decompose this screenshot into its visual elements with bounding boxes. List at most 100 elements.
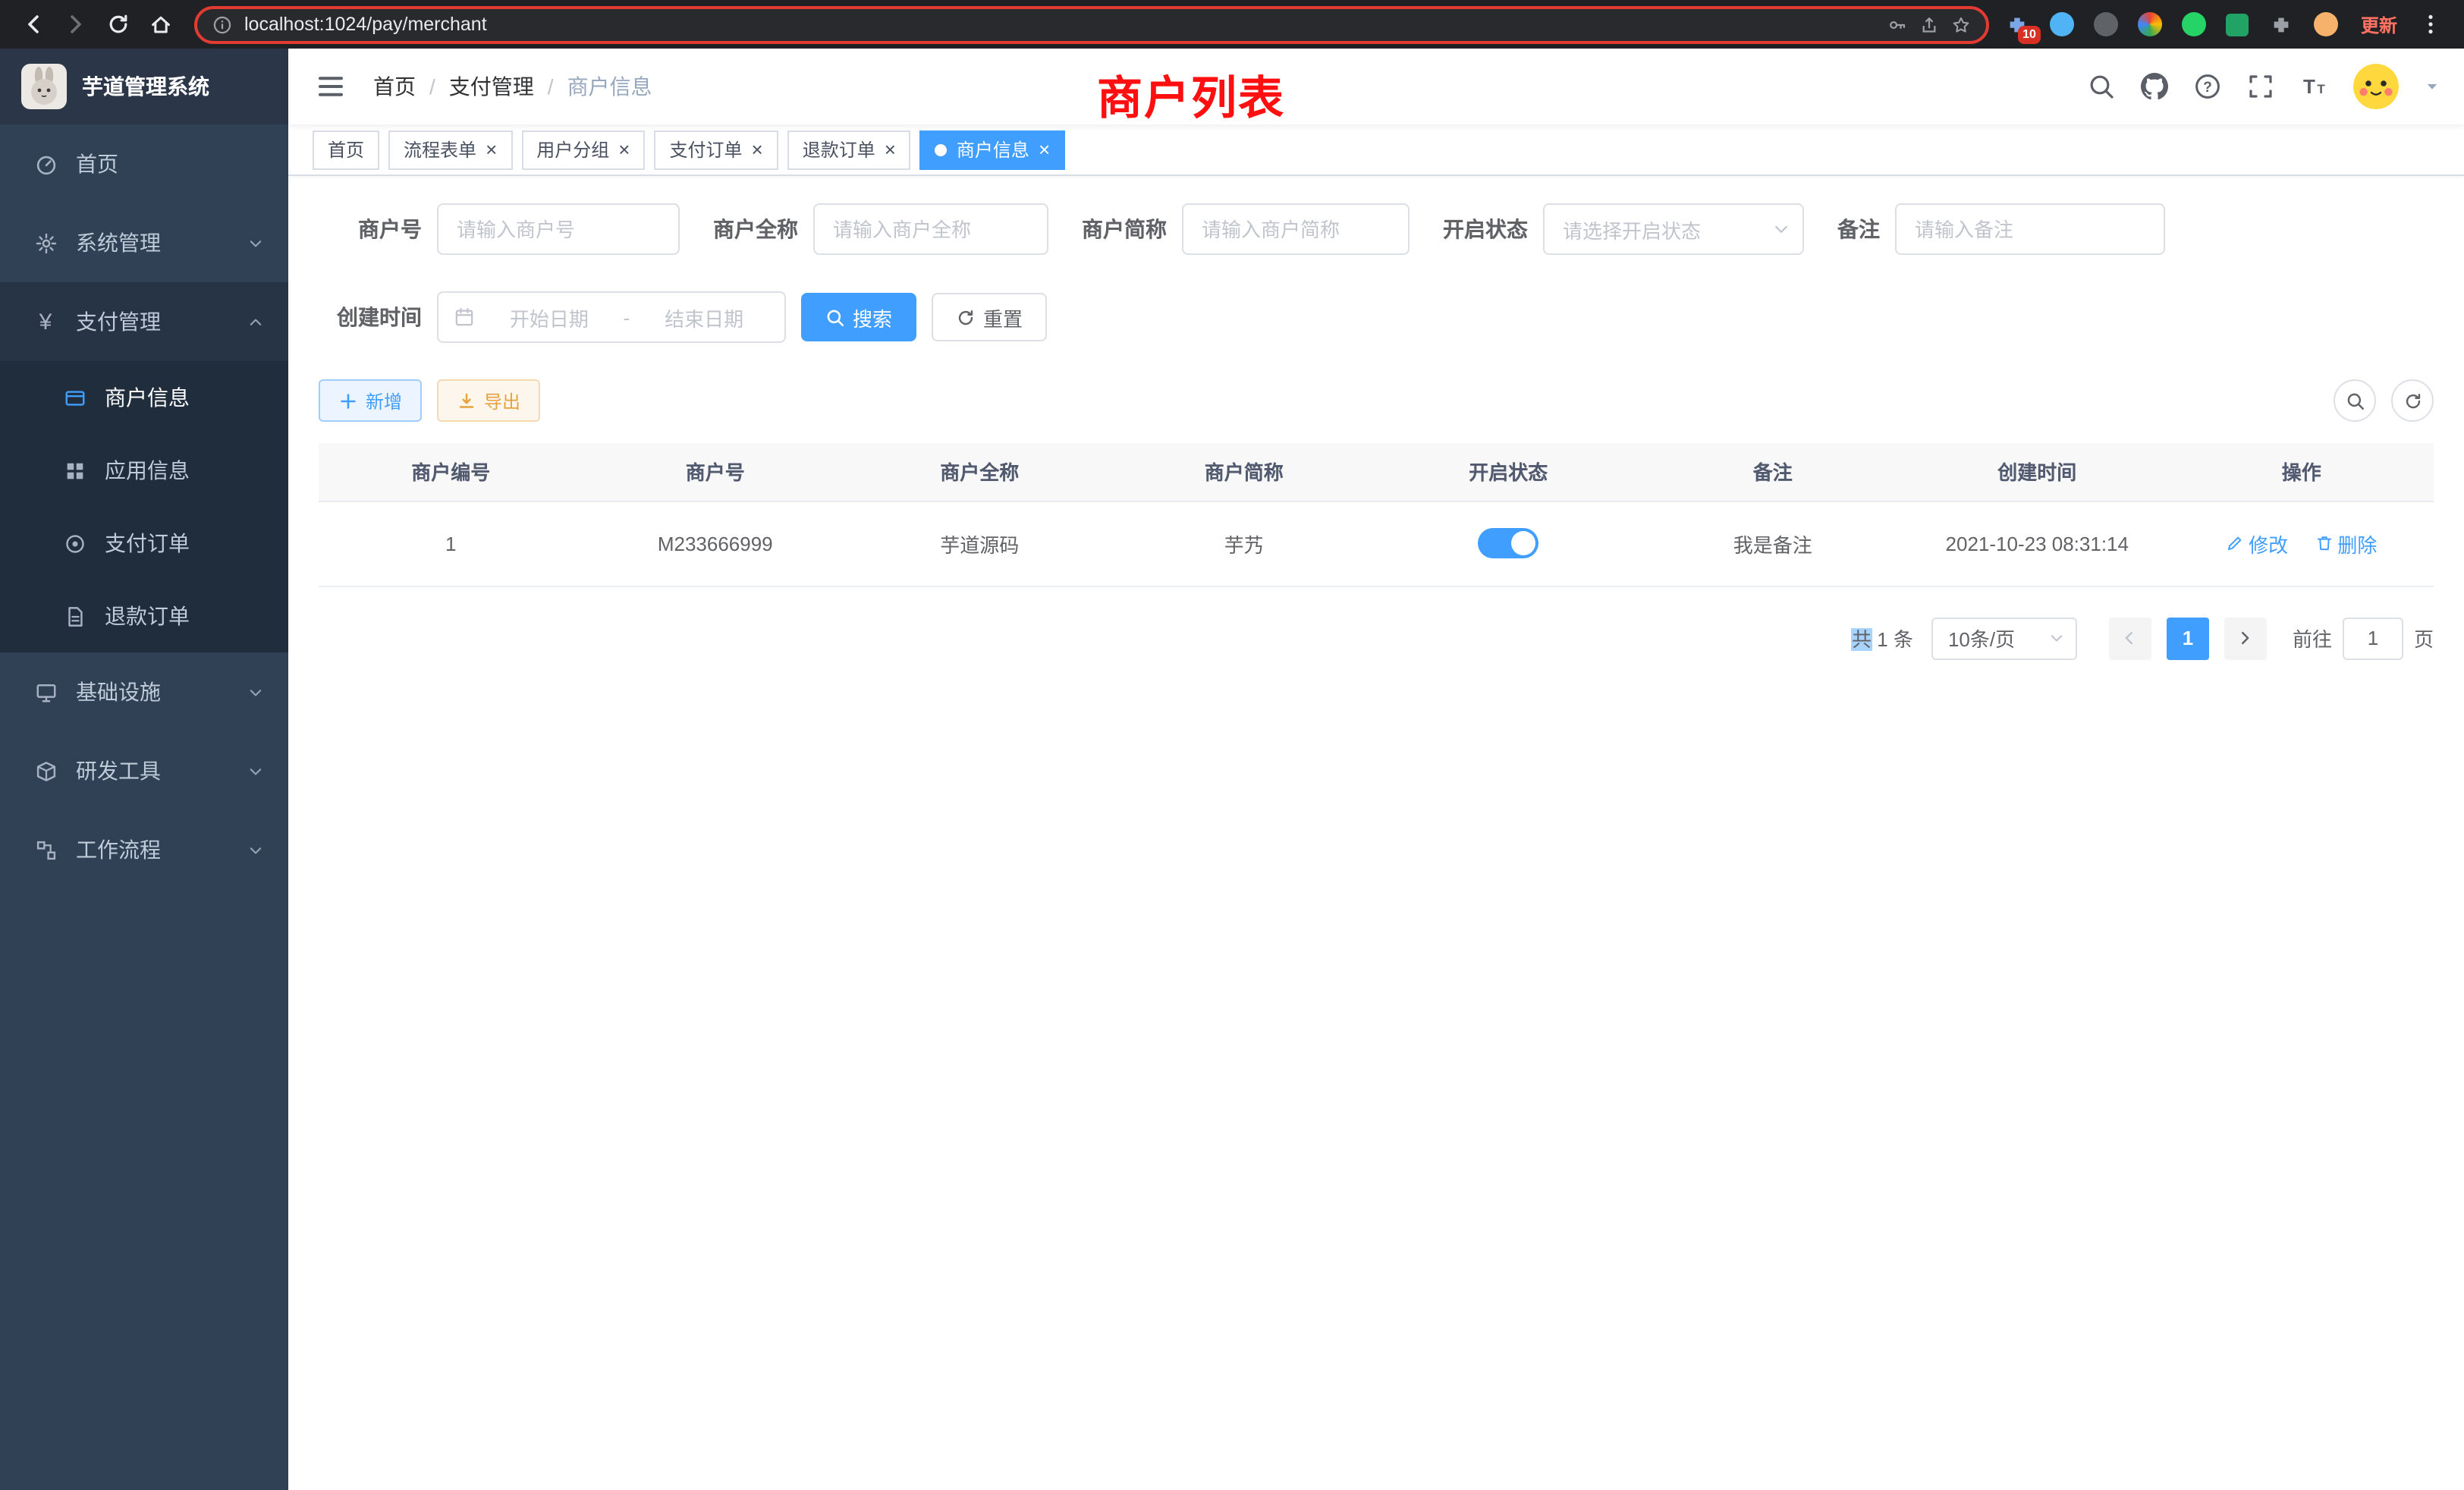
create-time-range-picker[interactable]: 开始日期 - 结束日期 xyxy=(437,291,786,343)
cell-actions: 修改 删除 xyxy=(2170,501,2434,586)
browser-menu-icon[interactable] xyxy=(2409,3,2452,46)
sidebar-item-merchant-info[interactable]: 商户信息 xyxy=(0,361,288,434)
tab-label: 流程表单 xyxy=(404,137,476,162)
edit-link[interactable]: 修改 xyxy=(2226,529,2288,558)
tab-label: 退款订单 xyxy=(803,137,875,162)
password-key-icon[interactable] xyxy=(1887,14,1907,34)
cell-index: 1 xyxy=(319,501,583,586)
extension-face-icon[interactable] xyxy=(2309,8,2343,41)
next-page-icon[interactable] xyxy=(2224,617,2267,659)
delete-link[interactable]: 删除 xyxy=(2315,529,2377,558)
forward-icon[interactable] xyxy=(55,3,97,46)
refresh-table-icon[interactable] xyxy=(2391,379,2434,422)
cell-short-name: 芋艿 xyxy=(1112,501,1377,586)
chevron-down-icon xyxy=(247,684,264,700)
close-icon[interactable]: × xyxy=(885,140,896,159)
help-icon[interactable]: ? xyxy=(2194,73,2221,100)
calendar-icon xyxy=(454,306,475,328)
extension-badged-icon[interactable]: 10 xyxy=(2001,8,2035,41)
sidebar-item-label: 工作流程 xyxy=(76,835,161,865)
app-logo[interactable]: 芋道管理系统 xyxy=(0,49,288,124)
home-icon[interactable] xyxy=(140,3,182,46)
export-button[interactable]: 导出 xyxy=(437,379,540,422)
show-search-icon[interactable] xyxy=(2334,379,2376,422)
sidebar-item-devtools[interactable]: 研发工具 xyxy=(0,731,288,810)
share-icon[interactable] xyxy=(1919,14,1939,34)
card-icon xyxy=(64,386,86,409)
col-short-name: 商户简称 xyxy=(1112,443,1377,501)
col-merchant-index: 商户编号 xyxy=(319,443,583,501)
sidebar-item-refund-order[interactable]: 退款订单 xyxy=(0,580,288,652)
close-icon[interactable]: × xyxy=(752,140,763,159)
tab-label: 商户信息 xyxy=(957,137,1029,162)
reset-button-label: 重置 xyxy=(983,303,1023,332)
tab-refund-order[interactable]: 退款订单 × xyxy=(787,130,911,169)
svg-text:?: ? xyxy=(2203,80,2212,96)
search-button[interactable]: 搜索 xyxy=(801,293,916,341)
search-button-label: 搜索 xyxy=(853,303,892,332)
refresh-icon[interactable] xyxy=(97,3,140,46)
full-name-input[interactable] xyxy=(813,203,1048,255)
sidebar-item-app-info[interactable]: 应用信息 xyxy=(0,434,288,507)
close-icon[interactable]: × xyxy=(1039,140,1050,159)
sidebar-item-label: 商户信息 xyxy=(105,382,190,413)
tab-pay-order[interactable]: 支付订单 × xyxy=(654,130,778,169)
page-size-select[interactable]: 10条/页 xyxy=(1931,617,2077,659)
extension-green-square-icon[interactable] xyxy=(2221,8,2255,41)
tab-label: 用户分组 xyxy=(536,137,609,162)
breadcrumb-payment[interactable]: 支付管理 xyxy=(449,71,534,102)
tab-home[interactable]: 首页 xyxy=(313,130,379,169)
fullscreen-icon[interactable] xyxy=(2247,73,2274,100)
tab-label: 首页 xyxy=(328,137,364,162)
tabs-bar: 首页 流程表单 × 用户分组 × 支付订单 × 退款订单 × xyxy=(288,124,2464,176)
table-header-row: 商户编号 商户号 商户全称 商户简称 开启状态 备注 创建时间 操作 xyxy=(319,443,2434,501)
browser-update-button[interactable]: 更新 xyxy=(2361,11,2397,37)
breadcrumb-home[interactable]: 首页 xyxy=(373,71,416,102)
sidebar-item-workflow[interactable]: 工作流程 xyxy=(0,810,288,889)
short-name-input[interactable] xyxy=(1182,203,1410,255)
address-bar[interactable]: localhost:1024/pay/merchant xyxy=(194,5,1989,43)
sidebar-item-payment[interactable]: ¥ 支付管理 xyxy=(0,282,288,361)
table-row: 1 M233666999 芋道源码 芋艿 我是备注 2021-10-23 08:… xyxy=(319,501,2434,586)
status-select[interactable]: 请选择开启状态 xyxy=(1543,203,1804,255)
extension-drop-icon[interactable] xyxy=(2045,8,2079,41)
goto-page-input[interactable] xyxy=(2343,617,2403,659)
create-time-label: 创建时间 xyxy=(319,302,422,332)
page-number-button[interactable]: 1 xyxy=(2167,617,2209,659)
add-button[interactable]: 新增 xyxy=(319,379,422,422)
tab-merchant-info[interactable]: 商户信息 × xyxy=(920,130,1065,169)
svg-text:T: T xyxy=(2303,75,2315,98)
close-icon[interactable]: × xyxy=(618,140,630,159)
back-icon[interactable] xyxy=(12,3,55,46)
page-annotation: 商户列表 xyxy=(1097,61,1285,127)
font-size-icon[interactable]: TT xyxy=(2300,73,2327,100)
full-name-label: 商户全称 xyxy=(713,214,798,244)
extension-puzzle-icon[interactable] xyxy=(2265,8,2299,41)
status-toggle[interactable] xyxy=(1478,528,1538,558)
yen-icon: ¥ xyxy=(33,310,58,334)
dashboard-icon xyxy=(33,152,58,176)
extension-dark-icon[interactable] xyxy=(2089,8,2123,41)
app-frame: 芋道管理系统 首页 系统管理 ¥ 支付管理 xyxy=(0,49,2464,1490)
sidebar-item-pay-order[interactable]: 支付订单 xyxy=(0,507,288,580)
goto-unit: 页 xyxy=(2414,624,2434,652)
remark-input[interactable] xyxy=(1895,203,2165,255)
sidebar-item-system[interactable]: 系统管理 xyxy=(0,203,288,282)
sidebar-item-infrastructure[interactable]: 基础设施 xyxy=(0,652,288,731)
bookmark-star-icon[interactable] xyxy=(1951,14,1971,34)
extension-green-circle-icon[interactable] xyxy=(2177,8,2211,41)
close-icon[interactable]: × xyxy=(486,140,497,159)
tab-user-group[interactable]: 用户分组 × xyxy=(521,130,645,169)
prev-page-icon[interactable] xyxy=(2109,617,2151,659)
tab-process-form[interactable]: 流程表单 × xyxy=(388,130,512,169)
site-info-icon[interactable] xyxy=(212,14,232,34)
reset-button[interactable]: 重置 xyxy=(932,293,1047,341)
hamburger-icon[interactable] xyxy=(313,71,349,102)
search-icon[interactable] xyxy=(2088,73,2115,100)
user-caret-icon[interactable] xyxy=(2425,79,2440,94)
extension-color-icon[interactable] xyxy=(2133,8,2167,41)
github-icon[interactable] xyxy=(2141,73,2168,100)
user-avatar[interactable] xyxy=(2353,64,2399,109)
merchant-no-input[interactable] xyxy=(437,203,680,255)
sidebar-item-home[interactable]: 首页 xyxy=(0,124,288,203)
